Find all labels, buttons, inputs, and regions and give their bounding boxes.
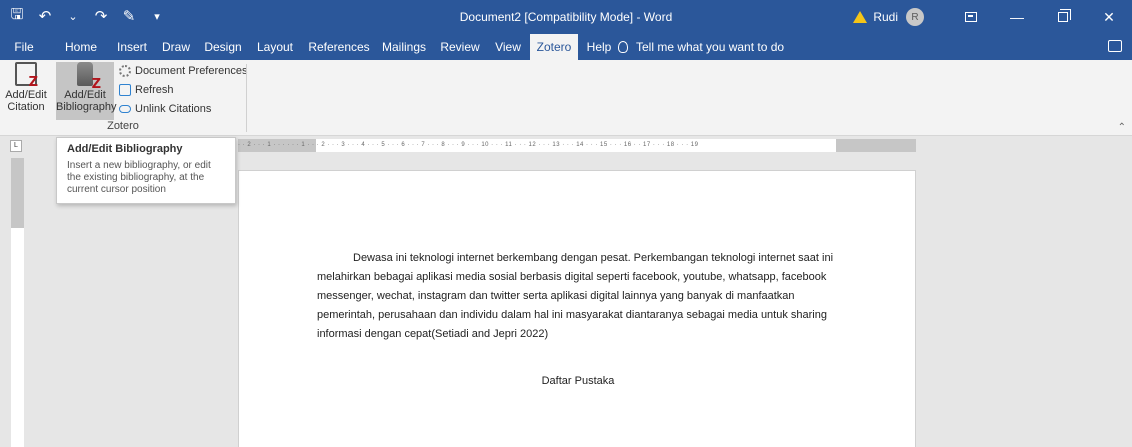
add-edit-bibliography-label-2: Bibliography [56,101,117,113]
close-icon: ✕ [1103,8,1115,25]
add-edit-bibliography-label-1: Add/Edit [64,89,106,101]
horizontal-ruler[interactable]: · · 2 · · · 1 · · · · · · 1 · · · 2 · · … [238,139,916,152]
zotero-group-label: Zotero [107,120,139,132]
tab-file[interactable]: File [8,34,40,60]
tab-zotero[interactable]: Zotero [530,34,578,60]
tab-view[interactable]: View [492,34,524,60]
tab-insert[interactable]: Insert [112,34,152,60]
zotero-bibliography-icon [77,62,101,91]
restore-button[interactable] [1040,0,1086,34]
add-edit-citation-label-1: Add/Edit [5,89,47,101]
ribbon-display-icon [965,12,977,22]
group-divider [246,64,247,132]
warning-icon[interactable] [853,11,868,23]
unlink-citations-label: Unlink Citations [135,103,212,115]
add-edit-citation-button[interactable]: Add/Edit Citation [4,62,48,120]
lightbulb-icon [618,41,628,53]
document-page[interactable]: Dewasa ini teknologi internet berkembang… [238,170,916,447]
tell-me-search[interactable]: Tell me what you want to do [618,34,784,60]
avatar[interactable]: R [906,8,924,26]
tooltip: Add/Edit Bibliography Insert a new bibli… [56,137,236,204]
collapse-ribbon-icon[interactable]: ⌃ [1118,122,1126,133]
restore-icon [1058,9,1071,22]
comment-icon[interactable] [1108,40,1122,52]
tooltip-title: Add/Edit Bibliography [67,143,183,155]
tab-layout[interactable]: Layout [254,34,296,60]
vertical-ruler-margin [11,158,24,228]
tab-selector[interactable]: L [10,140,22,152]
body-paragraph[interactable]: Dewasa ini teknologi internet berkembang… [317,249,837,344]
minimize-icon: — [1010,9,1024,25]
ribbon-tabs: File Home Insert Draw Design Layout Refe… [0,34,1132,60]
bibliography-heading[interactable]: Daftar Pustaka [239,375,917,387]
title-bar: 🖫 ↶ ⌄ ↷ ✎ ▾ Document2 [Compatibility Mod… [0,0,1132,34]
tab-design[interactable]: Design [202,34,244,60]
vertical-ruler[interactable] [11,158,24,447]
zotero-citation-icon [15,62,38,89]
tell-me-text: Tell me what you want to do [636,40,785,54]
unlink-icon [119,105,131,113]
refresh-label: Refresh [135,84,174,96]
title-right: Rudi R — ✕ [853,0,1132,34]
tab-home[interactable]: Home [62,34,100,60]
tab-draw[interactable]: Draw [160,34,192,60]
add-edit-citation-label-2: Citation [7,101,45,113]
tab-references[interactable]: References [306,34,372,60]
ruler-ticks: · · 2 · · · 1 · · · · · · 1 · · · 2 · · … [238,142,699,148]
user-name[interactable]: Rudi [873,10,898,24]
refresh-button[interactable]: Refresh [119,81,174,99]
refresh-icon [119,84,131,96]
tooltip-body: Insert a new bibliography, or edit the e… [67,160,211,195]
unlink-citations-button[interactable]: Unlink Citations [119,100,211,118]
tab-review[interactable]: Review [438,34,482,60]
close-button[interactable]: ✕ [1086,0,1132,34]
minimize-button[interactable]: — [994,0,1040,34]
document-preferences-button[interactable]: Document Preferences [119,62,248,80]
tab-mailings[interactable]: Mailings [378,34,430,60]
add-edit-bibliography-button[interactable]: Add/Edit Bibliography [56,62,117,120]
gear-icon [119,65,131,77]
ribbon-display-button[interactable] [948,0,994,34]
tab-help[interactable]: Help [584,34,614,60]
ribbon: Add/Edit Citation Add/Edit Bibliography … [0,60,1132,136]
document-preferences-label: Document Preferences [135,65,248,77]
